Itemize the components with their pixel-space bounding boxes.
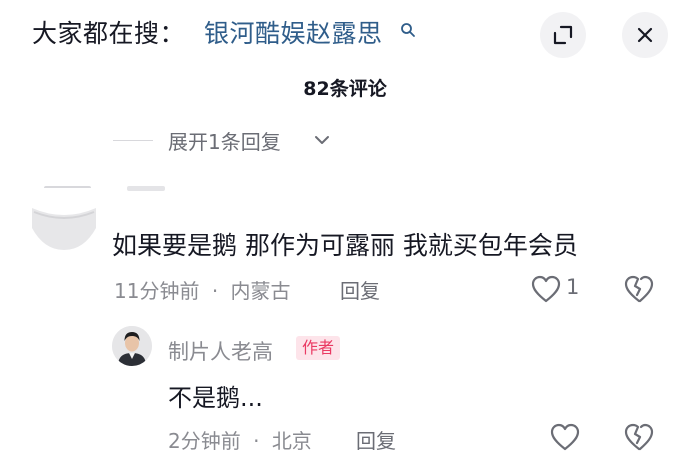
heart-icon[interactable] [531,275,561,303]
search-icon[interactable] [400,22,416,38]
trending-prefix: 大家都在搜： [32,19,186,48]
comments-count-title: 82条评论 [303,78,387,100]
avatar-image [30,188,98,252]
reply-text: 不是鹅... [168,384,263,412]
like-count: 1 [566,275,580,299]
expand-icon [553,25,573,45]
avatar[interactable] [30,188,98,252]
expand-button[interactable] [540,12,586,58]
author-avatar-image [112,326,152,366]
comment-meta: 11分钟前 · 内蒙古 [114,275,291,304]
partial-text-fragment [127,186,165,191]
reply-time: 2分钟前 [168,429,241,453]
close-button[interactable] [622,12,668,58]
reply-meta: 2分钟前 · 北京 [168,425,312,454]
chevron-down-icon[interactable] [312,130,332,150]
close-icon [637,27,653,43]
reply-location: 北京 [271,429,312,453]
divider-line [113,140,153,141]
comment-text: 如果要是鹅 那作为可露丽 我就买包年会员 [112,231,578,260]
meta-separator: · [253,429,260,453]
author-badge: 作者 [296,336,341,360]
reply-button[interactable]: 回复 [340,275,380,304]
author-avatar[interactable] [112,326,152,366]
watermark-band [289,452,359,458]
meta-separator: · [211,279,219,303]
comment-location: 内蒙古 [230,279,291,303]
reply-reply-button[interactable]: 回复 [356,425,396,454]
broken-heart-icon[interactable] [624,274,654,304]
top-bar: 大家都在搜： 银河酷娱赵露思 [0,0,690,70]
comment-time: 11分钟前 [114,279,200,303]
expand-replies-label[interactable]: 展开1条回复 [168,126,281,155]
author-name[interactable]: 制片人老高 [168,336,273,366]
broken-heart-icon[interactable] [624,422,654,452]
heart-icon[interactable] [550,423,580,451]
trending-search-link[interactable]: 银河酷娱赵露思 [204,14,383,50]
expand-replies-row[interactable]: 展开1条回复 [0,124,690,156]
